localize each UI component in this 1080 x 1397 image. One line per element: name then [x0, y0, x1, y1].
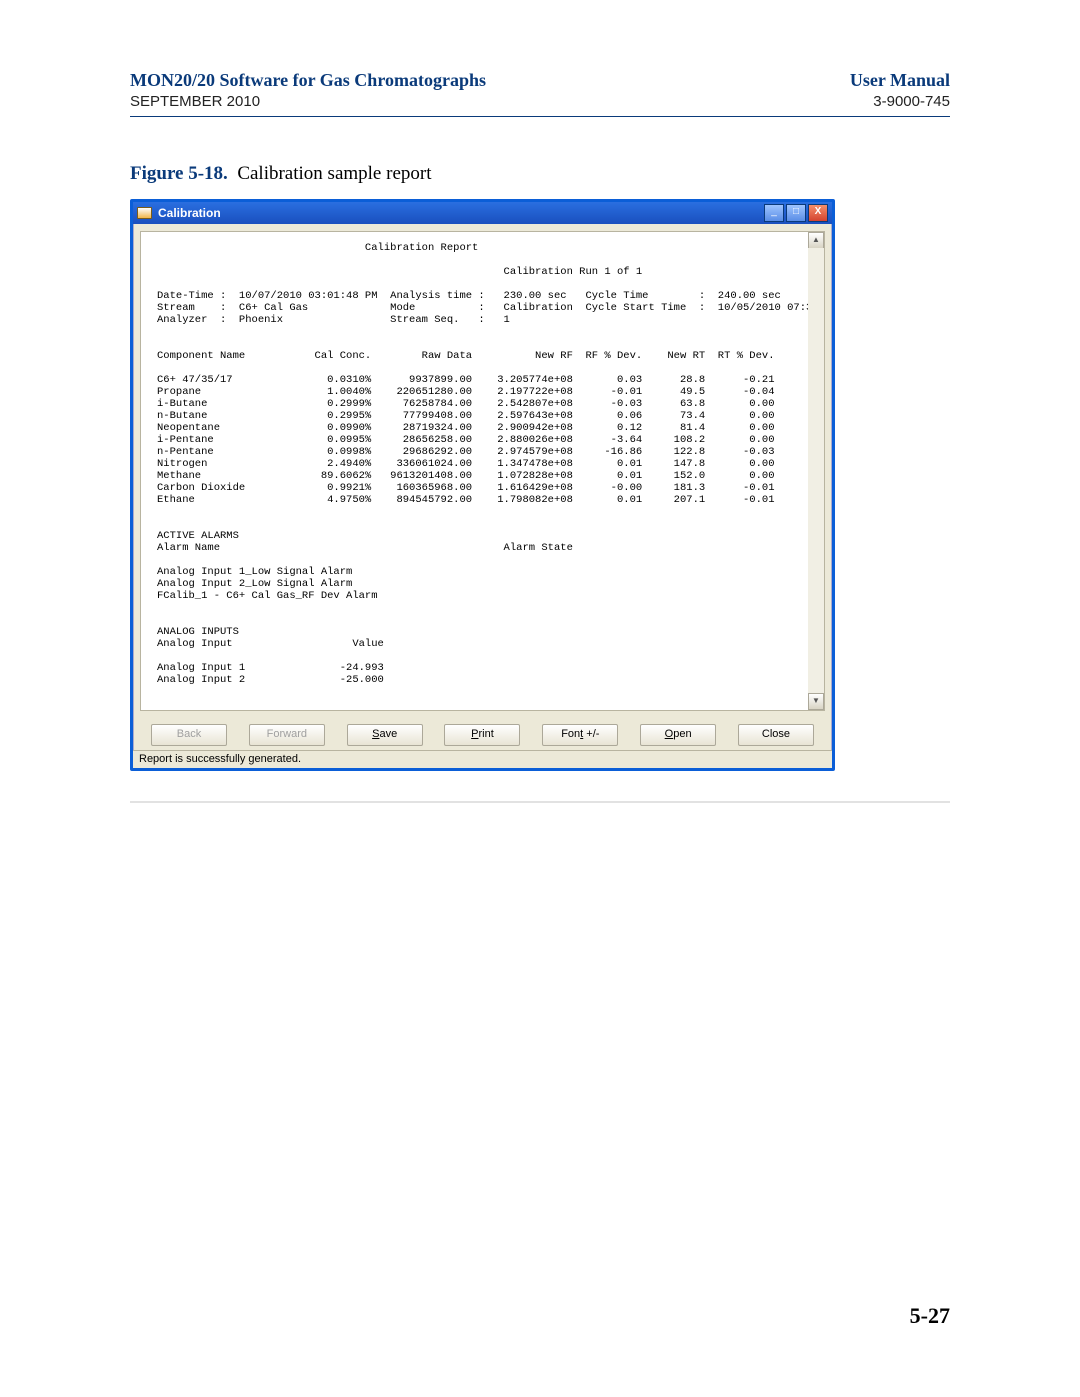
save-button[interactable]: Save: [347, 724, 423, 746]
button-bar: Back Forward Save Print Font +/- Open Cl…: [133, 718, 832, 750]
back-button[interactable]: Back: [151, 724, 227, 746]
section-separator: [130, 801, 950, 803]
forward-button[interactable]: Forward: [249, 724, 325, 746]
report-panel: Calibration Report Calibration Run 1 of …: [140, 231, 825, 711]
window-title: Calibration: [158, 206, 221, 220]
scroll-up-icon[interactable]: ▲: [808, 232, 824, 249]
close-button[interactable]: Close: [738, 724, 814, 746]
font-button[interactable]: Font +/-: [542, 724, 618, 746]
open-button[interactable]: Open: [640, 724, 716, 746]
figure-caption: Figure 5-18. Calibration sample report: [130, 163, 950, 185]
report-text: Calibration Report Calibration Run 1 of …: [157, 242, 808, 686]
app-icon: [137, 207, 152, 219]
minimize-button[interactable]: _: [764, 204, 784, 222]
scroll-down-icon[interactable]: ▼: [808, 693, 824, 710]
scrollbar[interactable]: ▲ ▼: [808, 232, 824, 710]
maximize-button[interactable]: □: [786, 204, 806, 222]
doc-user-manual: User Manual: [850, 70, 950, 91]
doc-number: 3-9000-745: [873, 93, 950, 110]
calibration-window: Calibration _ □ X Calibration Report Cal…: [130, 199, 835, 771]
figure-text: Calibration sample report: [237, 163, 431, 184]
doc-date: SEPTEMBER 2010: [130, 93, 260, 110]
scroll-track[interactable]: [808, 248, 824, 694]
doc-title: MON20/20 Software for Gas Chromatographs: [130, 70, 486, 91]
status-bar: Report is successfully generated.: [133, 750, 832, 768]
close-icon[interactable]: X: [808, 204, 828, 222]
figure-label: Figure 5-18.: [130, 163, 228, 184]
page-number: 5-27: [910, 1303, 950, 1329]
titlebar[interactable]: Calibration _ □ X: [133, 202, 832, 224]
print-button[interactable]: Print: [444, 724, 520, 746]
